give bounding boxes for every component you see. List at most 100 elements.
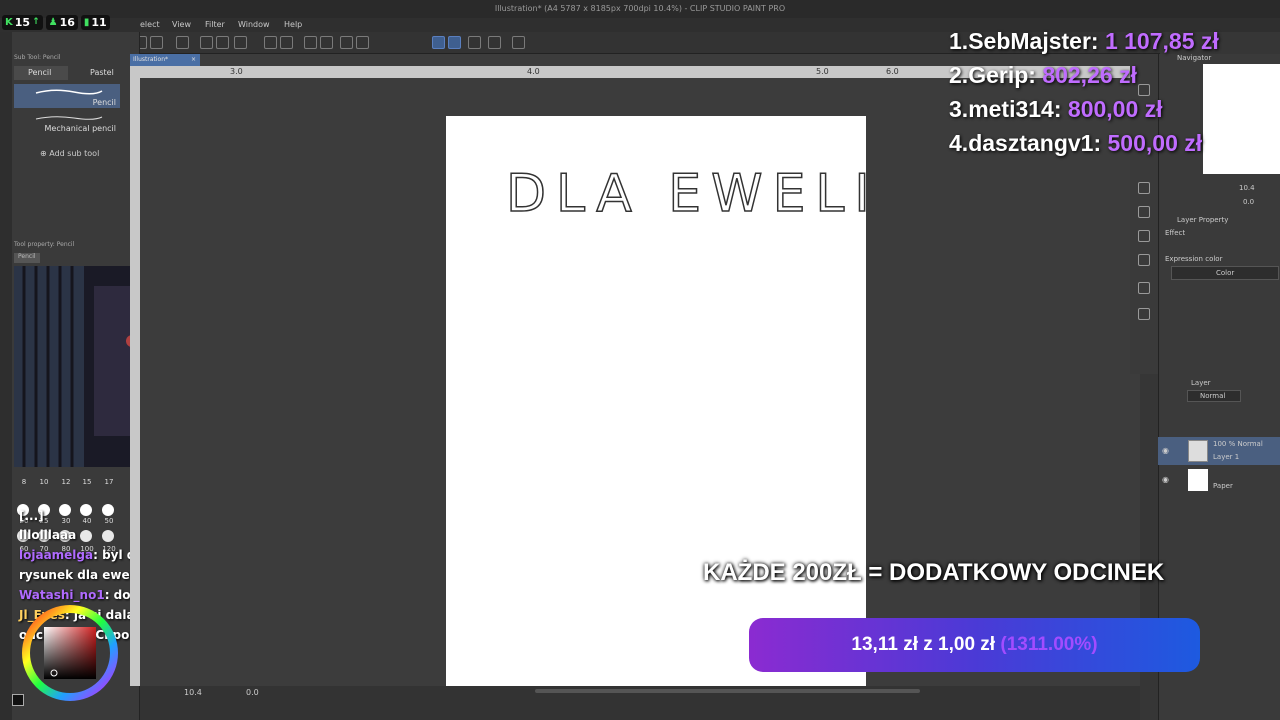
layer-icon[interactable] [1138,84,1150,96]
close-icon[interactable]: × [191,54,196,66]
stroke-preview-icon [35,116,103,120]
nav-angle[interactable]: 0.0 [1243,198,1254,206]
zoom-readout[interactable]: 10.4 [184,688,202,697]
crop-icon[interactable] [356,36,369,49]
ruler-edit-icon[interactable] [468,36,481,49]
brush-size-label[interactable]: 8 [14,478,34,486]
app-window: Illustration* (A4 5787 x 8185px 700dpi 1… [0,0,1280,720]
brush-size-label[interactable]: 10 [34,478,54,486]
brush-size-label[interactable]: 50 [99,517,119,525]
leaderboard-entry: 1.SebMajster: 1 107,85 zł [949,28,1219,54]
color-wheel[interactable] [14,603,126,703]
layer-row[interactable]: ◉ Paper [1158,466,1280,494]
layer-row[interactable]: ◉ 100 % Normal Layer 1 [1158,437,1280,465]
chatters-stat: ▮ 11 [80,14,110,30]
plus-icon: ⊕ [40,149,47,158]
goal-headline: KAŻDE 200ZŁ = DODATKOWY ODCINEK [703,559,1165,586]
drawing-paper[interactable]: DLA EWELINY [446,116,961,686]
brush-size-dot[interactable] [59,504,71,516]
layer-panel-title: Layer [1191,379,1211,387]
cut-icon[interactable] [216,36,229,49]
leaderboard-entry: 3.meti314: 800,00 zł [949,96,1163,122]
chart-icon: ▮ [83,16,90,28]
new-file-icon[interactable] [150,36,163,49]
spinner-icon[interactable] [304,36,317,49]
eye-icon[interactable]: ◉ [1162,446,1169,455]
horizontal-scrollbar[interactable] [535,689,920,693]
snap-special-ruler-icon[interactable] [448,36,461,49]
brush-pencil[interactable]: Pencil [14,84,120,108]
snap-ruler-icon[interactable] [432,36,445,49]
handwritten-text: DLA EWELINY [505,163,961,225]
brush-size-label[interactable]: 12 [56,478,76,486]
folder-icon[interactable] [1138,182,1150,194]
chat-message: lllolllaaa [19,528,77,542]
folder-icon[interactable] [1138,230,1150,242]
blend-mode-select[interactable]: Normal [1187,390,1241,402]
window-title: Illustration* (A4 5787 x 8185px 700dpi 1… [0,0,1280,18]
goal-progress-bar: 13,11 zł z 1,00 zł (1311.00%) [749,618,1200,672]
expression-color-label: Expression color [1165,255,1223,263]
brush-size-dot[interactable] [102,504,114,516]
brush-size-dot[interactable] [102,530,114,542]
menu-help[interactable]: Help [284,18,302,32]
brush-size-label[interactable]: 17 [99,478,119,486]
followers-stat: K 15 ↑ [2,14,43,30]
save-icon[interactable] [176,36,189,49]
tab-pencil[interactable]: Pencil [14,66,68,80]
menu-filter[interactable]: Filter [205,18,225,32]
undo-icon[interactable] [264,36,277,49]
brush-size-dot[interactable] [80,504,92,516]
fill-icon[interactable] [340,36,353,49]
tab-pastel[interactable]: Pastel [76,66,130,80]
user-icon: ♟ [48,16,58,28]
color-wheel-graphic[interactable] [14,603,126,703]
tool-strip [0,32,12,720]
main-color-swatch[interactable] [12,694,24,706]
document-tab[interactable]: Illustration* × [130,54,200,66]
navigator-preview[interactable] [1203,64,1280,174]
layer-thumbnail [1188,440,1208,462]
folder-icon[interactable] [1138,254,1150,266]
brush-size-label[interactable]: 15 [77,478,97,486]
leaderboard-entry: 2.Gerip: 802,26 zł [949,62,1137,88]
paste-icon[interactable] [234,36,247,49]
redo-icon[interactable] [280,36,293,49]
effect-label: Effect [1165,229,1186,237]
tool-property-chip: Pencil [14,253,40,263]
brush-size-label[interactable]: 40 [77,517,97,525]
layer-property-title: Layer Property [1177,216,1229,224]
layer-thumbnail [1188,469,1208,491]
eye-icon[interactable]: ◉ [1162,475,1169,484]
menu-view[interactable]: View [172,18,191,32]
angle-readout[interactable]: 0.0 [246,688,259,697]
add-sub-tool-button[interactable]: ⊕ Add sub tool [40,149,99,158]
menu-window[interactable]: Window [238,18,270,32]
color-mode-select[interactable]: Color [1171,266,1279,280]
folder-icon[interactable] [1138,308,1150,320]
svg-text:DLA EWELINY: DLA EWELINY [506,164,866,224]
brush-size-label[interactable]: 30 [56,517,76,525]
viewers-stat: ♟ 16 [45,14,78,30]
transform-icon[interactable] [320,36,333,49]
leaderboard-entry: 4.dasztangv1: 500,00 zł [949,130,1203,156]
brush-mechanical-pencil[interactable]: Mechanical pencil [14,110,120,134]
settings-icon[interactable] [512,36,525,49]
follower-icon: K [5,16,13,28]
stroke-preview-icon [35,89,103,95]
stream-stats: K 15 ↑ ♟ 16 ▮ 11 [0,12,112,32]
vertical-ruler [130,66,140,686]
brush-size-dot[interactable] [80,530,92,542]
nav-zoom[interactable]: 10.4 [1239,184,1255,192]
tool-property-header: Tool property: Pencil [14,241,75,248]
copy-icon[interactable] [200,36,213,49]
folder-icon[interactable] [1138,206,1150,218]
folder-icon[interactable] [1138,282,1150,294]
arrow-up-icon: ↑ [32,17,40,27]
pen-pressure-icon[interactable] [488,36,501,49]
menu-select[interactable]: elect [140,18,160,32]
goal-label: 13,11 zł z 1,00 zł (1311.00%) [851,634,1098,655]
navigator-title: Navigator [1177,54,1212,62]
subtool-header: Sub Tool: Pencil [14,54,61,61]
canvas-status-bar: 10.4 0.0 [140,686,1140,720]
